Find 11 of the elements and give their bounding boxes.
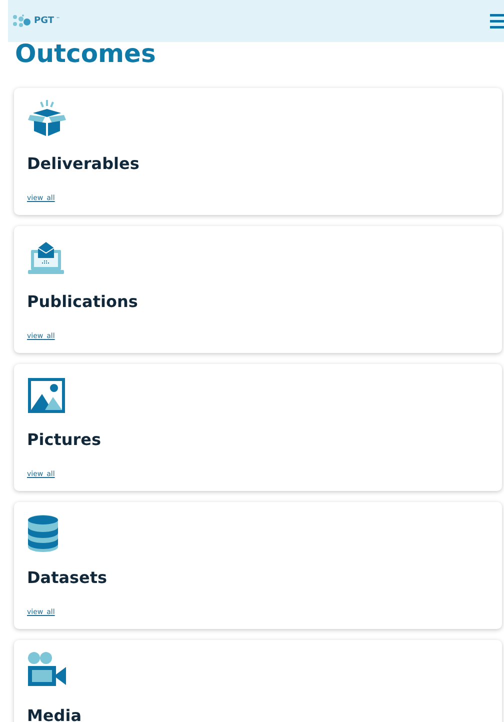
image-icon: [27, 376, 67, 416]
menu-icon[interactable]: [490, 13, 504, 29]
card-title: Publications: [27, 292, 138, 311]
logo-icon: [12, 14, 32, 28]
page-title: Outcomes: [15, 42, 157, 70]
card-title: Deliverables: [27, 154, 140, 173]
outcome-card[interactable]: Media: [14, 640, 502, 722]
card-title: Pictures: [27, 430, 101, 449]
card-title: Media: [27, 706, 82, 722]
card-title: Datasets: [27, 568, 108, 587]
logo-text[interactable]: PGT: [34, 16, 54, 26]
